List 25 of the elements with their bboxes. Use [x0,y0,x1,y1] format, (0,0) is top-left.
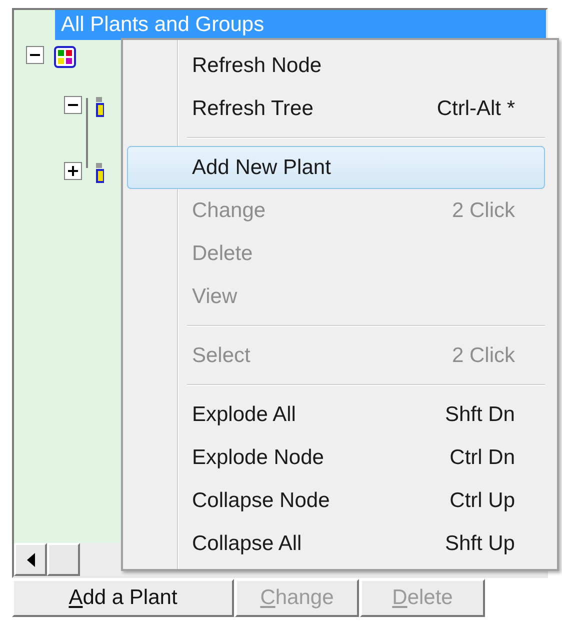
menu-item[interactable]: Refresh Node [127,44,545,87]
shortcut-label: Shft Up [444,532,515,556]
shortcut-label: Shft Dn [444,402,515,426]
shortcut-label: Ctrl Up [450,488,515,512]
action-button[interactable]: Add a Plant [12,579,234,617]
scroll-thumb[interactable] [47,543,80,576]
menu-item[interactable]: Add New Plant [127,146,545,189]
expand-icon[interactable] [64,162,82,180]
menu-item[interactable]: Collapse All Shft Up [127,522,545,565]
group-icon [54,46,76,68]
shortcut-label: 2 Click [452,198,515,222]
collapse-icon[interactable] [26,46,44,64]
shortcut-label: Ctrl Dn [450,446,515,470]
plant-icon [96,163,104,183]
left-arrow-icon [26,552,34,566]
menu-item[interactable]: Collapse Node Ctrl Up [127,479,545,522]
menu-item[interactable]: Explode Node Ctrl Dn [127,436,545,479]
collapse-icon[interactable] [64,96,82,114]
tree-line [86,98,88,168]
menu-item[interactable]: Refresh Tree Ctrl-Alt * [127,87,545,130]
shortcut-label: Ctrl-Alt * [436,96,515,120]
scroll-left-button[interactable] [14,543,47,576]
shortcut-label: 2 Click [452,344,515,368]
plant-icon [96,97,104,117]
menu-item[interactable]: Explode All Shft Dn [127,393,545,436]
